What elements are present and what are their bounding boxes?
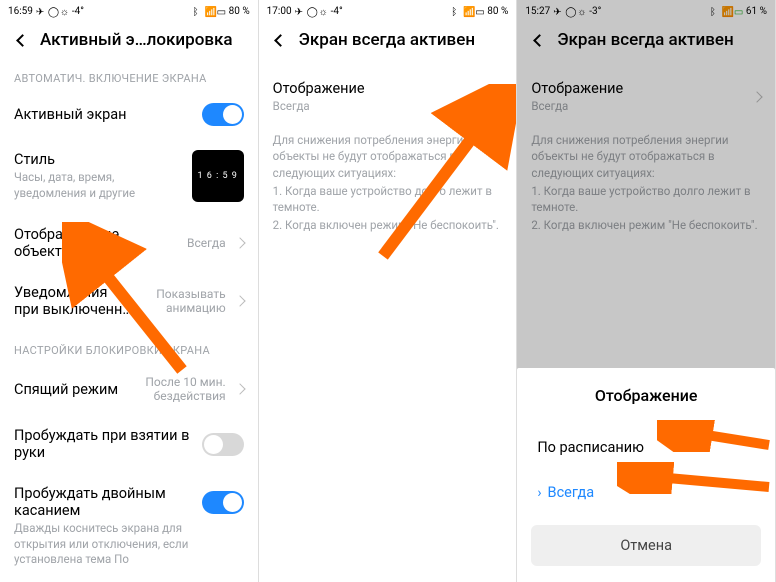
chevron-left-icon	[533, 34, 546, 47]
toggle-wake-pickup[interactable]	[202, 433, 244, 456]
header: Экран всегда активен	[517, 22, 775, 58]
telegram-icon: ✈	[553, 7, 562, 16]
arrow-annotation	[371, 84, 517, 266]
sun-icon: ☼	[577, 7, 586, 16]
row-title: Пробуждать при взятии в руки	[14, 427, 192, 461]
row-title: Стиль	[14, 151, 182, 168]
phone-3: 15:27 ✈ ◯ ☼ -3° ᛒ 📶 ▭ 61 % Экран всегда …	[517, 0, 776, 582]
status-time: 16:59	[8, 6, 33, 17]
bluetooth-icon: ᛒ	[710, 7, 719, 16]
phone-2: 17:00 ✈ ◯ ☼ -4° ᛒ 📶 ▭ 80 % Экран всегда …	[259, 0, 518, 582]
chevron-right-icon	[234, 237, 245, 248]
sheet-title: Отображение	[517, 386, 775, 405]
row-value: После 10 мин. бездействия	[136, 375, 226, 403]
arrow-annotation	[657, 420, 775, 452]
bluetooth-icon: ᛒ	[451, 7, 460, 16]
bluetooth-icon: ᛒ	[193, 7, 202, 16]
row-title: Активный экран	[14, 106, 192, 123]
row-double-tap-wake[interactable]: Пробуждать двойным касанием Дважды косни…	[0, 473, 258, 580]
circle-icon: ◯	[565, 7, 574, 16]
header: Активный э…локировка	[0, 22, 258, 58]
status-bar: 15:27 ✈ ◯ ☼ -3° ᛒ 📶 ▭ 61 %	[517, 0, 775, 22]
telegram-icon: ✈	[295, 7, 304, 16]
status-battery: 80 %	[487, 6, 508, 17]
page-title: Экран всегда активен	[557, 30, 733, 50]
signal-icon: 📶	[463, 7, 472, 16]
circle-icon: ◯	[307, 7, 316, 16]
status-temp: -4°	[331, 6, 343, 17]
back-button[interactable]	[271, 30, 291, 50]
row-subtitle: Дважды коснитесь экрана для открытия или…	[14, 521, 192, 568]
status-time: 15:27	[525, 6, 550, 17]
row-style[interactable]: Стиль Часы, дата, время, уведомления и д…	[0, 138, 258, 214]
page-title: Экран всегда активен	[299, 30, 475, 50]
back-button[interactable]	[12, 30, 32, 50]
signal-icon: 📶	[205, 7, 214, 16]
row-title: Отображение	[531, 80, 743, 97]
arrow-annotation	[62, 222, 198, 378]
sun-icon: ☼	[60, 7, 69, 16]
battery-icon: ▭	[475, 7, 484, 16]
page-title: Активный э…локировка	[40, 30, 233, 50]
status-bar: 16:59 ✈ ◯ ☼ -4° ᛒ 📶 ▭ 80 %	[0, 0, 258, 22]
chevron-right-icon	[234, 383, 245, 394]
back-button[interactable]	[529, 30, 549, 50]
row-display[interactable]: Отображение Всегда	[517, 68, 775, 127]
signal-icon: 📶	[722, 7, 731, 16]
row-active-screen[interactable]: Активный экран	[0, 91, 258, 138]
header: Экран всегда активен	[259, 22, 517, 58]
info-text: Для снижения потребления энергии объекты…	[517, 127, 775, 242]
row-title: Пробуждать двойным касанием	[14, 485, 192, 519]
telegram-icon: ✈	[36, 7, 45, 16]
status-temp: -4°	[72, 6, 84, 17]
phone-1: 16:59 ✈ ◯ ☼ -4° ᛒ 📶 ▭ 80 % Активный э…ло…	[0, 0, 259, 582]
battery-icon: ▭	[734, 7, 743, 16]
row-subtitle: Всегда	[531, 99, 743, 115]
sheet-cancel-button[interactable]: Отмена	[531, 525, 761, 566]
toggle-double-tap[interactable]	[202, 491, 244, 514]
status-battery: 61 %	[746, 6, 767, 17]
style-preview: 1 6 : 5 9	[192, 150, 244, 202]
row-title: Спящий режим	[14, 381, 126, 398]
chevron-right-icon	[751, 92, 762, 103]
circle-icon: ◯	[48, 7, 57, 16]
status-time: 17:00	[267, 6, 292, 17]
sun-icon: ☼	[319, 7, 328, 16]
row-wake-pickup[interactable]: Пробуждать при взятии в руки	[0, 415, 258, 473]
section-label: АВТОМАТИЧ. ВКЛЮЧЕНИЕ ЭКРАНА	[0, 58, 258, 91]
status-battery: 80 %	[229, 6, 250, 17]
chevron-right-icon	[234, 295, 245, 306]
arrow-annotation	[617, 462, 775, 494]
status-bar: 17:00 ✈ ◯ ☼ -4° ᛒ 📶 ▭ 80 %	[259, 0, 517, 22]
battery-icon: ▭	[217, 7, 226, 16]
toggle-active-screen[interactable]	[202, 103, 244, 126]
status-temp: -3°	[589, 6, 601, 17]
row-subtitle: Часы, дата, время, уведомления и другие	[14, 170, 182, 201]
chevron-left-icon	[274, 34, 287, 47]
chevron-left-icon	[16, 34, 29, 47]
tick-icon: ›	[537, 485, 541, 501]
